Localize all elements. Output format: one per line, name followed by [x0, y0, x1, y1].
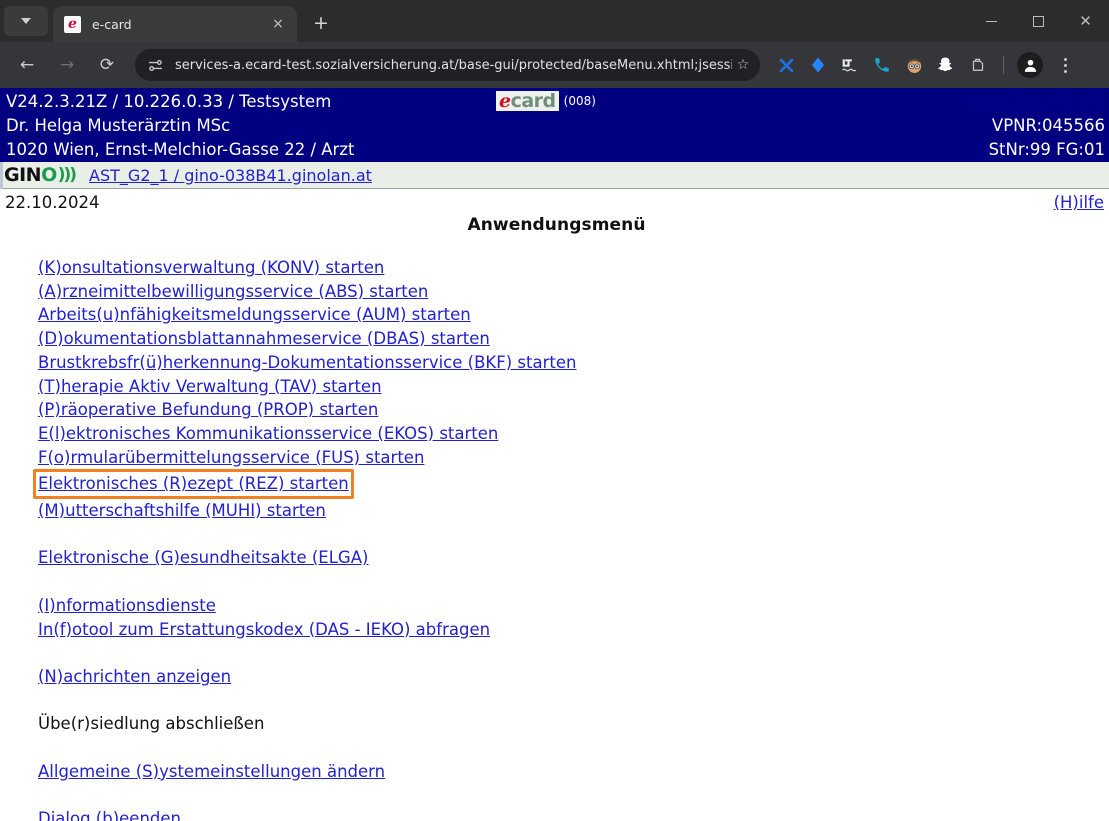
- browser-toolbar: ← → ⟳ services-a.ecard-test.sozialversic…: [0, 42, 1109, 88]
- snapchat-icon[interactable]: [932, 51, 960, 79]
- practice-address: 1020 Wien, Ernst-Melchior-Gasse 22 / Arz…: [6, 138, 354, 162]
- menu-group-spacer: [38, 641, 1109, 665]
- menu-item-link[interactable]: Dialog (b)eenden: [38, 807, 181, 821]
- page-content: 22.10.2024 (H)ilfe Anwendungsmenü (K)ons…: [0, 189, 1109, 821]
- avatar-extension-icon[interactable]: [900, 51, 928, 79]
- menu-item-highlight-wrapper: Elektronisches (R)ezept (REZ) starten: [38, 469, 1109, 499]
- menu-item-link[interactable]: Arbeits(u)nfähigkeitsmeldungsservice (AU…: [38, 303, 471, 327]
- ecard-favicon-icon: e: [64, 16, 81, 33]
- svg-text:LT: LT: [843, 58, 852, 68]
- ecard-logo-card: card: [511, 90, 556, 112]
- forward-button[interactable]: →: [50, 48, 84, 82]
- menu-item-link[interactable]: (K)onsultationsverwaltung (KONV) starten: [38, 256, 384, 280]
- current-date: 22.10.2024: [5, 193, 99, 212]
- gino-bar: GINO))) AST_G2_1 / gino-038B41.ginolan.a…: [0, 162, 1109, 189]
- stnr-value: StNr:99 FG:01: [964, 138, 1105, 162]
- extension-x-icon[interactable]: [772, 51, 800, 79]
- menu-item-link-rez[interactable]: Elektronisches (R)ezept (REZ) starten: [38, 472, 349, 496]
- menu-item-link[interactable]: Elektronische (G)esundheitsakte (ELGA): [38, 546, 368, 570]
- ecard-logo-e: e: [499, 90, 511, 112]
- version-line: V24.2.3.21Z / 10.226.0.33 / Testsystem: [6, 90, 354, 114]
- window-controls: ✕: [968, 0, 1109, 42]
- reload-button[interactable]: ⟳: [90, 48, 124, 82]
- signal-waves-icon: ))): [58, 167, 75, 184]
- profile-avatar[interactable]: [1017, 52, 1043, 78]
- new-tab-button[interactable]: +: [306, 8, 336, 38]
- vpnr-value: VPNR:045566: [964, 114, 1105, 138]
- close-window-button[interactable]: ✕: [1062, 0, 1109, 42]
- tab-ecard[interactable]: e e-card ×: [53, 6, 297, 42]
- app-header-left: V24.2.3.21Z / 10.226.0.33 / Testsystem D…: [6, 90, 354, 162]
- gino-logo-o: O: [41, 166, 57, 185]
- menu-item-link[interactable]: F(o)rmularübermittelungsservice (FUS) st…: [38, 446, 424, 470]
- menu-item-link[interactable]: (A)rzneimittelbewilligungsservice (ABS) …: [38, 280, 428, 304]
- gino-logo-gin: GIN: [4, 166, 41, 185]
- extension-icons: LT: [772, 51, 1078, 79]
- browser-window: e e-card × + ✕ ← → ⟳ services-a.ecard-te…: [0, 0, 1109, 821]
- menu-item-link[interactable]: E(l)ektronisches Kommunikationsservice (…: [38, 422, 498, 446]
- menu-item-link[interactable]: In(f)otool zum Erstattungskodex (DAS - I…: [38, 618, 490, 642]
- menu-group-spacer: [38, 570, 1109, 594]
- menu-item-link[interactable]: (I)nformationsdienste: [38, 594, 216, 618]
- menu-group-spacer: [38, 736, 1109, 760]
- menu-item-link[interactable]: Brustkrebsfr(ü)herkennung-Dokumentations…: [38, 351, 576, 375]
- chrome-menu-button[interactable]: [1052, 58, 1078, 73]
- page-viewport: V24.2.3.21Z / 10.226.0.33 / Testsystem D…: [0, 88, 1109, 821]
- application-menu: (K)onsultationsverwaltung (KONV) starten…: [4, 256, 1109, 821]
- kebab-dot: [1064, 70, 1067, 73]
- phone-icon[interactable]: [868, 51, 896, 79]
- ecard-logo-count: (008): [564, 89, 596, 113]
- page-title: Anwendungsmenü: [4, 189, 1109, 235]
- ecard-app-header: V24.2.3.21Z / 10.226.0.33 / Testsystem D…: [0, 88, 1109, 162]
- tab-strip: e e-card × + ✕: [0, 0, 1109, 42]
- toolbar-divider: [1003, 56, 1004, 74]
- url-text: services-a.ecard-test.sozialversicherung…: [175, 58, 732, 73]
- back-button[interactable]: ←: [10, 48, 44, 82]
- menu-item-link[interactable]: (T)herapie Aktiv Verwaltung (TAV) starte…: [38, 375, 382, 399]
- clipboard-icon[interactable]: [964, 51, 992, 79]
- kebab-dot: [1064, 58, 1067, 61]
- menu-item-link[interactable]: (P)räoperative Befundung (PROP) starten: [38, 398, 378, 422]
- new-message-link[interactable]: Neue Na(c)hricht: [964, 90, 1105, 114]
- minimize-icon: [986, 21, 997, 22]
- highlight-box: Elektronisches (R)ezept (REZ) starten: [33, 469, 354, 499]
- close-icon[interactable]: ×: [268, 17, 288, 31]
- gino-terminal-link[interactable]: AST_G2_1 / gino-038B41.ginolan.at: [89, 166, 372, 185]
- menu-item-static: Übe(r)siedlung abschließen: [38, 712, 264, 736]
- jira-icon[interactable]: [804, 51, 832, 79]
- menu-group-spacer: [38, 523, 1109, 547]
- maximize-icon: [1033, 16, 1044, 27]
- maximize-button[interactable]: [1015, 0, 1062, 42]
- doctor-name: Dr. Helga Musterärztin MSc: [6, 114, 354, 138]
- close-window-icon: ✕: [1079, 14, 1092, 29]
- bookmark-star-icon[interactable]: ☆: [732, 57, 754, 73]
- tab-search-button[interactable]: [4, 6, 48, 36]
- menu-item-link[interactable]: (M)utterschaftshilfe (MUHI) starten: [38, 499, 326, 523]
- site-settings-icon[interactable]: [147, 57, 164, 74]
- gino-logo: GINO))): [4, 166, 75, 185]
- menu-group-spacer: [38, 689, 1109, 713]
- help-link[interactable]: (H)ilfe: [1054, 193, 1104, 212]
- languagetool-icon[interactable]: LT: [836, 51, 864, 79]
- minimize-button[interactable]: [968, 0, 1015, 42]
- menu-item-link[interactable]: (N)achrichten anzeigen: [38, 665, 231, 689]
- address-bar[interactable]: services-a.ecard-test.sozialversicherung…: [135, 49, 760, 81]
- menu-item-link[interactable]: Allgemeine (S)ystemeinstellungen ändern: [38, 760, 385, 784]
- tab-title: e-card: [92, 17, 268, 32]
- menu-item-link[interactable]: (D)okumentationsblattannahmeservice (DBA…: [38, 327, 490, 351]
- app-header-right: Neue Na(c)hricht VPNR:045566 StNr:99 FG:…: [964, 90, 1105, 162]
- chevron-down-icon: [21, 18, 31, 24]
- kebab-dot: [1064, 64, 1067, 67]
- ecard-logo: ecard: [496, 91, 559, 111]
- ecard-logo-area: ecard (008): [496, 91, 596, 113]
- menu-group-spacer: [38, 783, 1109, 807]
